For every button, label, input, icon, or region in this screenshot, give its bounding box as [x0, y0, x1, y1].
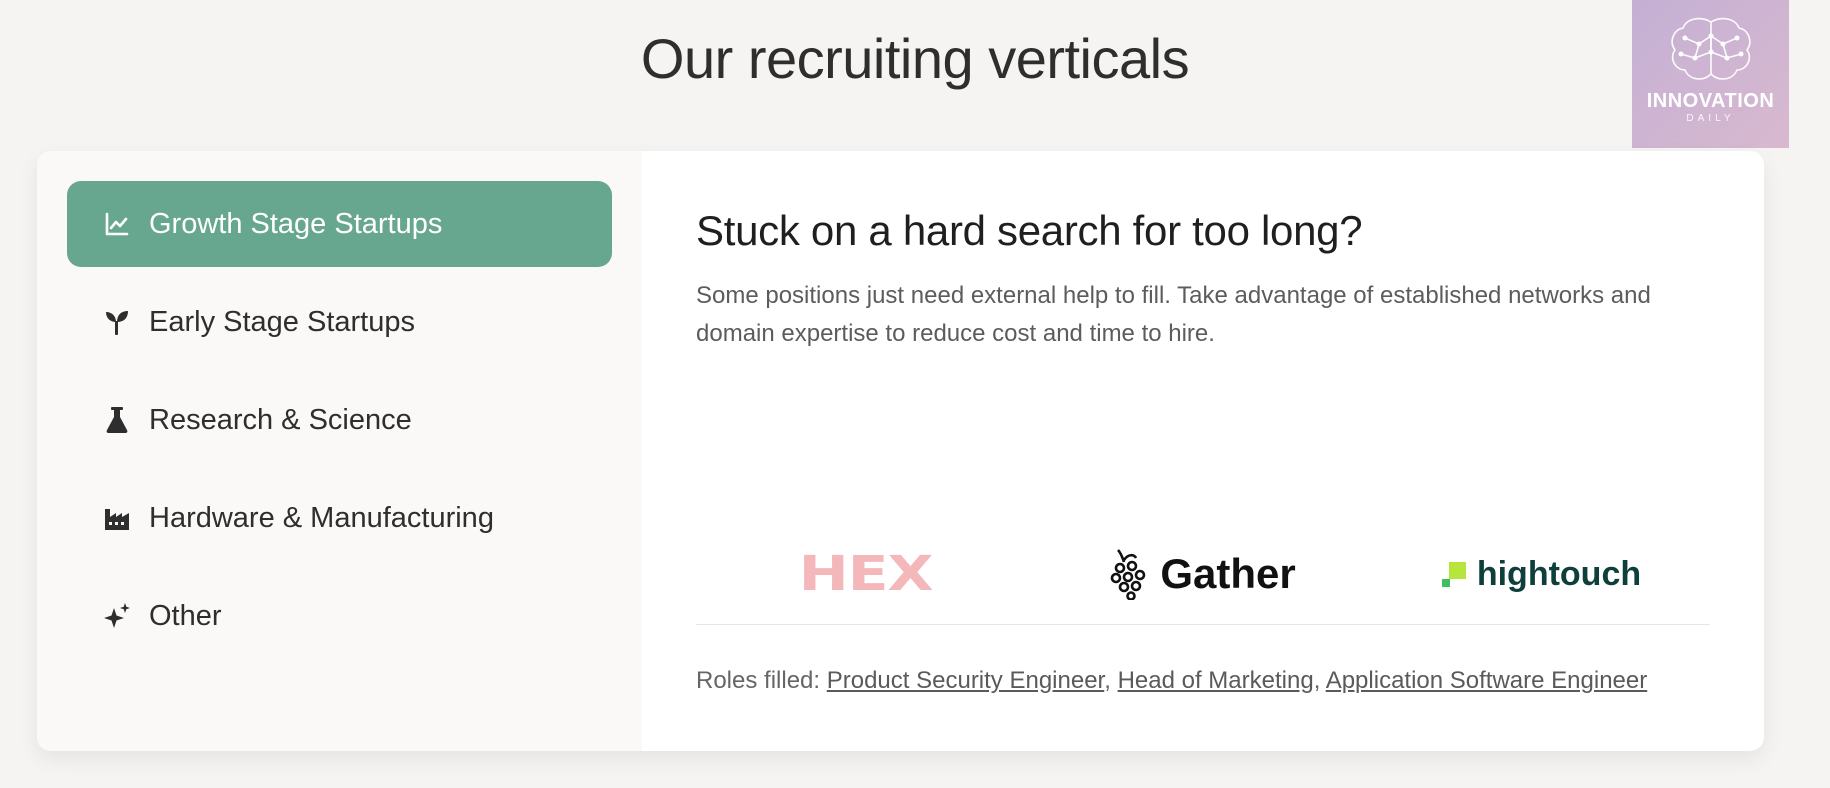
client-logos: HEX Gather hightouch — [696, 526, 1710, 622]
sidebar-item-hardware-manufacturing[interactable]: Hardware & Manufacturing — [67, 475, 612, 561]
role-link-head-of-marketing[interactable]: Head of Marketing — [1118, 667, 1314, 694]
verticals-sidebar: Growth Stage Startups Early Stage Startu… — [37, 151, 642, 751]
roles-separator: , — [1313, 667, 1321, 694]
hightouch-mark-icon — [1441, 562, 1466, 587]
divider — [696, 624, 1710, 625]
watermark-title: INNOVATION — [1646, 90, 1775, 112]
gather-logo: Gather — [1034, 548, 1372, 600]
innovation-daily-logo: INNOVATION DAILY — [1632, 0, 1789, 148]
sidebar-item-growth-stage-startups[interactable]: Growth Stage Startups — [67, 181, 612, 267]
watermark-subtitle: DAILY — [1686, 113, 1735, 124]
sidebar-item-other[interactable]: Other — [67, 573, 612, 659]
roles-filled: Roles filled: Product Security Engineer,… — [696, 667, 1647, 695]
sprout-icon — [103, 308, 131, 336]
detail-description: Some positions just need external help t… — [696, 282, 1651, 347]
brain-network-icon — [1670, 17, 1751, 80]
flask-icon — [103, 406, 131, 434]
vertical-detail-panel: Stuck on a hard search for too long? Som… — [642, 151, 1764, 751]
factory-icon — [103, 504, 131, 532]
verticals-card: Growth Stage Startups Early Stage Startu… — [37, 151, 1764, 751]
page-title: Our recruiting verticals — [640, 27, 1190, 90]
grapes-icon — [1111, 549, 1146, 600]
detail-heading: Stuck on a hard search for too long? — [696, 207, 1363, 254]
sidebar-item-label: Research & Science — [149, 403, 412, 436]
sidebar-item-label: Early Stage Startups — [149, 305, 415, 338]
roles-label: Roles filled: — [696, 667, 821, 694]
hightouch-logo-text: hightouch — [1476, 554, 1642, 593]
chart-line-icon — [103, 210, 131, 238]
role-link-product-security-engineer[interactable]: Product Security Engineer — [827, 667, 1105, 694]
hex-logo: HEX — [696, 546, 1034, 602]
sidebar-item-label: Other — [149, 599, 222, 632]
role-link-application-software-engineer[interactable]: Application Software Engineer — [1326, 667, 1648, 694]
hex-logo-text: HEX — [798, 546, 933, 602]
roles-separator: , — [1104, 667, 1111, 694]
sparkles-icon — [103, 602, 131, 630]
hightouch-logo: hightouch — [1372, 555, 1710, 594]
sidebar-item-research-science[interactable]: Research & Science — [67, 377, 612, 463]
sidebar-item-label: Growth Stage Startups — [149, 207, 443, 240]
gather-logo-text: Gather — [1160, 550, 1296, 597]
sidebar-item-early-stage-startups[interactable]: Early Stage Startups — [67, 279, 612, 365]
sidebar-item-label: Hardware & Manufacturing — [149, 501, 494, 534]
